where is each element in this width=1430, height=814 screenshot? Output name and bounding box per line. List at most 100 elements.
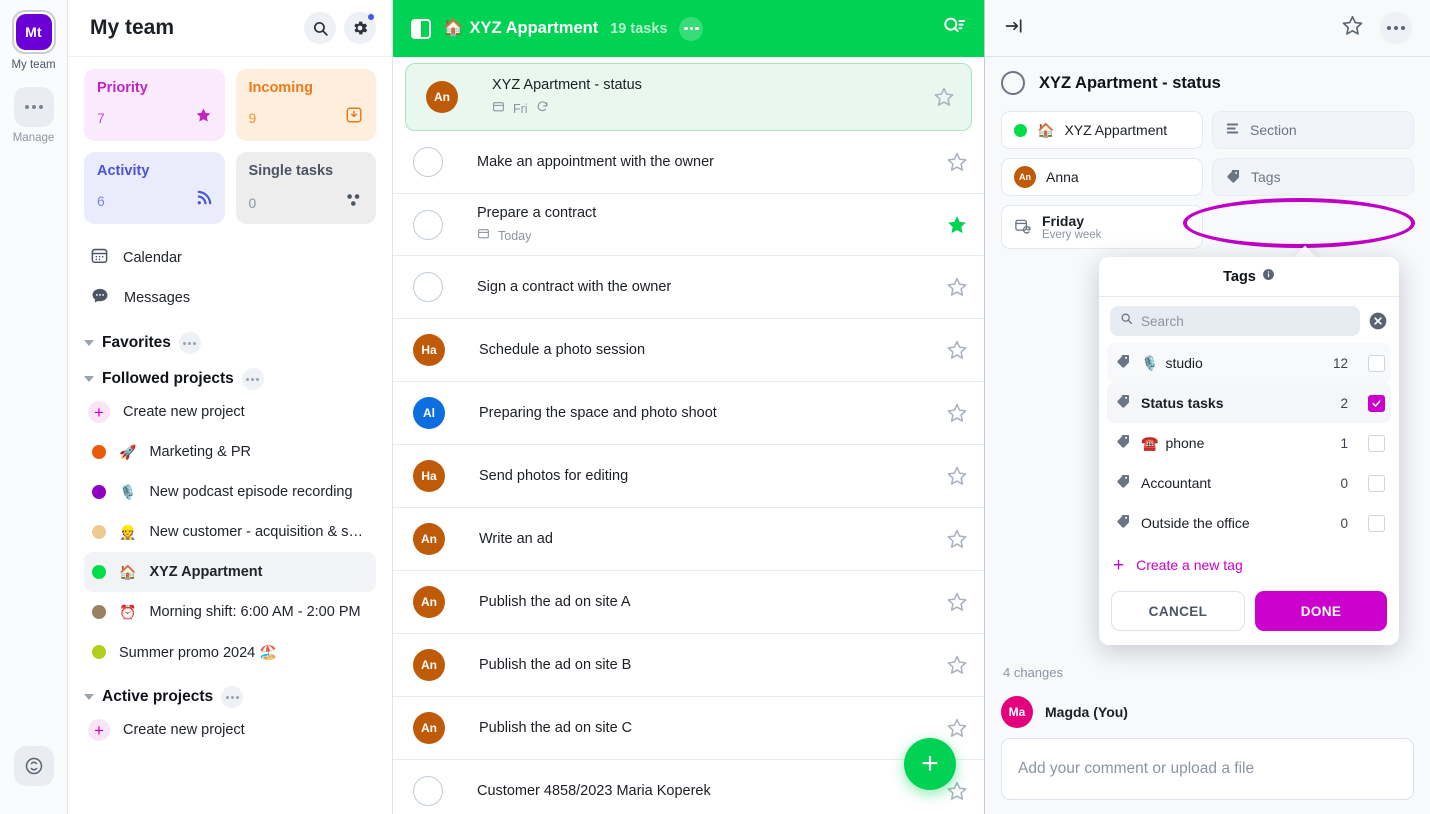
add-task-icon[interactable]: +	[904, 738, 956, 790]
task-content: Sign a contract with the owner	[443, 278, 946, 296]
group-header-followed-projects[interactable]: Followed projects	[84, 368, 376, 390]
task-star-toggle[interactable]	[946, 276, 968, 298]
project-color-dot	[92, 645, 106, 659]
task-star-toggle[interactable]	[946, 151, 968, 173]
task-content: Customer 4858/2023 Maria Koperek	[443, 782, 946, 800]
gear-icon[interactable]	[344, 12, 376, 44]
task-star-toggle[interactable]	[946, 591, 968, 613]
help-circle-icon[interactable]	[13, 746, 54, 786]
info-icon[interactable]	[1262, 268, 1275, 285]
tag-item-accountant[interactable]: Accountant 0	[1107, 463, 1391, 503]
task-star-toggle[interactable]	[946, 214, 968, 236]
field-tags-label: Tags	[1251, 169, 1281, 185]
sidebar-project-new-customer[interactable]: 👷 New customer - acquisition & serv...	[84, 512, 376, 552]
task-row[interactable]: Ha Schedule a photo session	[393, 319, 984, 382]
sidebar-nav: Calendar Messages	[84, 238, 376, 318]
task-star-toggle[interactable]	[946, 402, 968, 424]
field-project[interactable]: 🏠 XYZ Appartment	[1001, 111, 1203, 149]
comment-input[interactable]: Add your comment or upload a file	[1001, 738, 1414, 800]
tag-checkbox[interactable]	[1368, 474, 1385, 492]
stat-card-title: Single tasks	[248, 163, 334, 179]
tag-item-phone[interactable]: ☎️ phone 1	[1107, 423, 1391, 463]
sidebar-project-marketing-pr[interactable]: 🚀 Marketing & PR	[84, 432, 376, 472]
group-header-favorites[interactable]: Favorites	[84, 332, 376, 354]
task-complete-toggle[interactable]	[1001, 71, 1025, 95]
task-star-toggle[interactable]	[946, 654, 968, 676]
avatar: Ha	[413, 460, 445, 492]
sidebar-project-new-podcast[interactable]: 🎙️ New podcast episode recording	[84, 472, 376, 512]
clear-circle-icon[interactable]	[1368, 311, 1388, 331]
task-complete-toggle[interactable]	[413, 147, 443, 177]
sidebar-project-xyz-appartment[interactable]: 🏠 XYZ Appartment	[84, 552, 376, 592]
tag-label-wrap: ☎️ phone	[1141, 435, 1330, 452]
field-section[interactable]: Section	[1212, 111, 1414, 149]
task-star-toggle[interactable]	[946, 465, 968, 487]
task-row[interactable]: Customer 4858/2023 Maria Koperek	[393, 760, 984, 814]
tag-checkbox[interactable]	[1368, 434, 1385, 452]
task-row[interactable]: An Publish the ad on site B	[393, 634, 984, 697]
task-content: Write an ad	[445, 530, 946, 548]
tag-item-status-tasks[interactable]: Status tasks 2	[1107, 383, 1391, 423]
tag-checkbox[interactable]	[1368, 394, 1385, 412]
search-input[interactable]	[1141, 313, 1350, 329]
rail-label-manage: Manage	[12, 132, 55, 144]
stat-card-incoming[interactable]: Incoming 9	[235, 69, 376, 141]
tag-item-studio[interactable]: 🎙️ studio 12	[1107, 343, 1391, 383]
group-more-icon[interactable]	[241, 368, 264, 390]
detail-title-row: XYZ Apartment - status	[1001, 71, 1414, 95]
star-outline-icon[interactable]	[1341, 14, 1364, 42]
group-more-icon[interactable]	[221, 686, 244, 708]
task-complete-toggle[interactable]	[413, 272, 443, 302]
sidebar-project-summer-promo[interactable]: Summer promo 2024 🏖️	[84, 632, 376, 672]
panel-toggle-icon[interactable]	[411, 18, 431, 39]
field-tags[interactable]: Tags	[1212, 158, 1414, 196]
more-dots-icon[interactable]	[679, 16, 704, 41]
rail-item-manage[interactable]: Manage	[12, 87, 55, 144]
collapse-panel-icon[interactable]	[1003, 16, 1025, 41]
stat-card-activity[interactable]: Activity 6	[84, 152, 225, 224]
task-row[interactable]: Ha Send photos for editing	[393, 445, 984, 508]
sidebar-project-morning-shift[interactable]: ⏰ Morning shift: 6:00 AM - 2:00 PM	[84, 592, 376, 632]
task-row[interactable]: Prepare a contract Today	[393, 194, 984, 256]
tag-checkbox[interactable]	[1368, 354, 1385, 372]
task-row[interactable]: Al Preparing the space and photo shoot	[393, 382, 984, 445]
create-new-tag-button[interactable]: + Create a new tag	[1099, 545, 1399, 585]
task-star-toggle[interactable]	[946, 339, 968, 361]
done-button[interactable]: DONE	[1255, 591, 1387, 631]
task-star-toggle[interactable]	[946, 780, 968, 802]
tag-checkbox[interactable]	[1368, 514, 1385, 532]
task-row[interactable]: Make an appointment with the owner	[393, 131, 984, 194]
stat-card-foot: 9	[249, 106, 364, 129]
task-row[interactable]: Sign a contract with the owner	[393, 256, 984, 319]
group-header-active-projects[interactable]: Active projects	[84, 686, 376, 708]
search-filter-icon[interactable]	[942, 15, 966, 42]
more-dots-icon[interactable]	[1380, 12, 1412, 44]
sidebar-item-calendar[interactable]: Calendar	[84, 238, 376, 278]
tag-item-outside-the-office[interactable]: Outside the office 0	[1107, 503, 1391, 543]
sidebar-create-new-project-active[interactable]: + Create new project	[84, 710, 376, 750]
task-complete-toggle[interactable]	[413, 776, 443, 806]
task-row[interactable]: An Publish the ad on site A	[393, 571, 984, 634]
task-star-toggle[interactable]	[946, 717, 968, 739]
stat-card-single-tasks[interactable]: Single tasks 0	[235, 152, 376, 224]
task-complete-toggle[interactable]	[413, 209, 443, 240]
field-assignee[interactable]: An Anna	[1001, 158, 1203, 196]
field-date[interactable]: Friday Every week	[1001, 205, 1203, 249]
stat-card-priority[interactable]: Priority 7	[84, 69, 225, 141]
tag-icon	[1115, 513, 1131, 534]
sidebar-create-new-project[interactable]: + Create new project	[84, 392, 376, 432]
task-row[interactable]: An Publish the ad on site C	[393, 697, 984, 760]
task-star-toggle[interactable]	[946, 528, 968, 550]
task-content: Publish the ad on site A	[445, 593, 946, 611]
sidebar-item-messages[interactable]: Messages	[84, 278, 376, 318]
task-star-toggle[interactable]	[933, 86, 955, 108]
tags-search-box[interactable]	[1110, 306, 1360, 336]
group-more-icon[interactable]	[178, 332, 201, 354]
sidebar: My team Priority 7 Incoming 9 Activity 6…	[68, 0, 393, 814]
calendar-icon	[90, 246, 109, 270]
task-row[interactable]: An XYZ Apartment - status Fri	[405, 63, 972, 131]
cancel-button[interactable]: CANCEL	[1111, 591, 1245, 631]
task-row[interactable]: An Write an ad	[393, 508, 984, 571]
search-icon[interactable]	[304, 12, 336, 44]
rail-item-my-team[interactable]: Mt My team	[11, 10, 56, 71]
